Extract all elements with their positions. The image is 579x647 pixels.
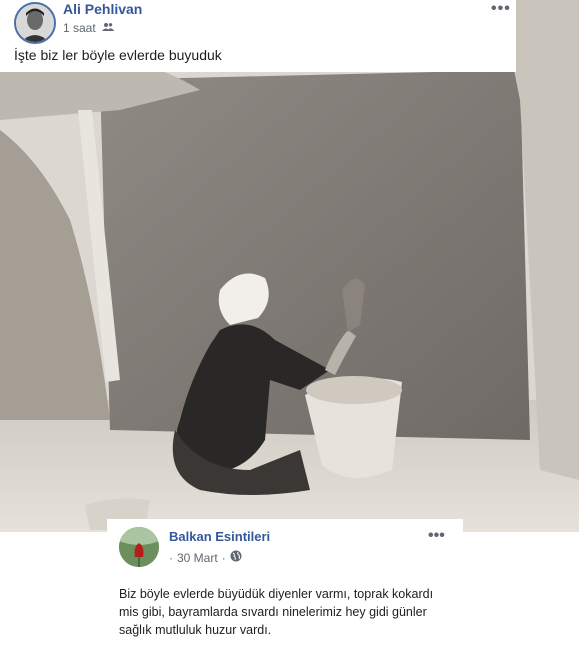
- author-name-link[interactable]: Ali Pehlivan: [63, 1, 142, 17]
- shared-options-button[interactable]: •••: [428, 527, 445, 545]
- post-text: İşte biz ler böyle evlerde buyuduk: [14, 47, 222, 63]
- meta-separator: ·: [169, 550, 173, 565]
- shared-meta: · 30 Mart ·: [169, 550, 242, 565]
- post-header: Ali Pehlivan 1 saat ••• İşte biz ler böy…: [0, 0, 516, 72]
- author-avatar[interactable]: [14, 2, 56, 44]
- globe-icon[interactable]: [230, 550, 242, 565]
- tulip-avatar-image: [119, 527, 159, 567]
- post-options-button[interactable]: •••: [491, 0, 511, 18]
- post-timestamp[interactable]: 1 saat: [63, 21, 96, 35]
- page-name-link[interactable]: Balkan Esintileri: [169, 529, 270, 544]
- post-meta: 1 saat: [63, 21, 114, 35]
- avatar-portrait-image: [16, 4, 54, 42]
- shared-post-card: Balkan Esintileri · 30 Mart · ••• Biz bö…: [107, 519, 463, 647]
- meta-separator-2: ·: [221, 550, 226, 565]
- shared-post-text: Biz böyle evlerde büyüdük diyenler varmı…: [119, 587, 434, 637]
- friends-icon[interactable]: [101, 21, 114, 35]
- page-avatar[interactable]: [119, 527, 159, 567]
- shared-timestamp[interactable]: 30 Mart: [177, 551, 218, 565]
- post-photo[interactable]: [0, 0, 579, 532]
